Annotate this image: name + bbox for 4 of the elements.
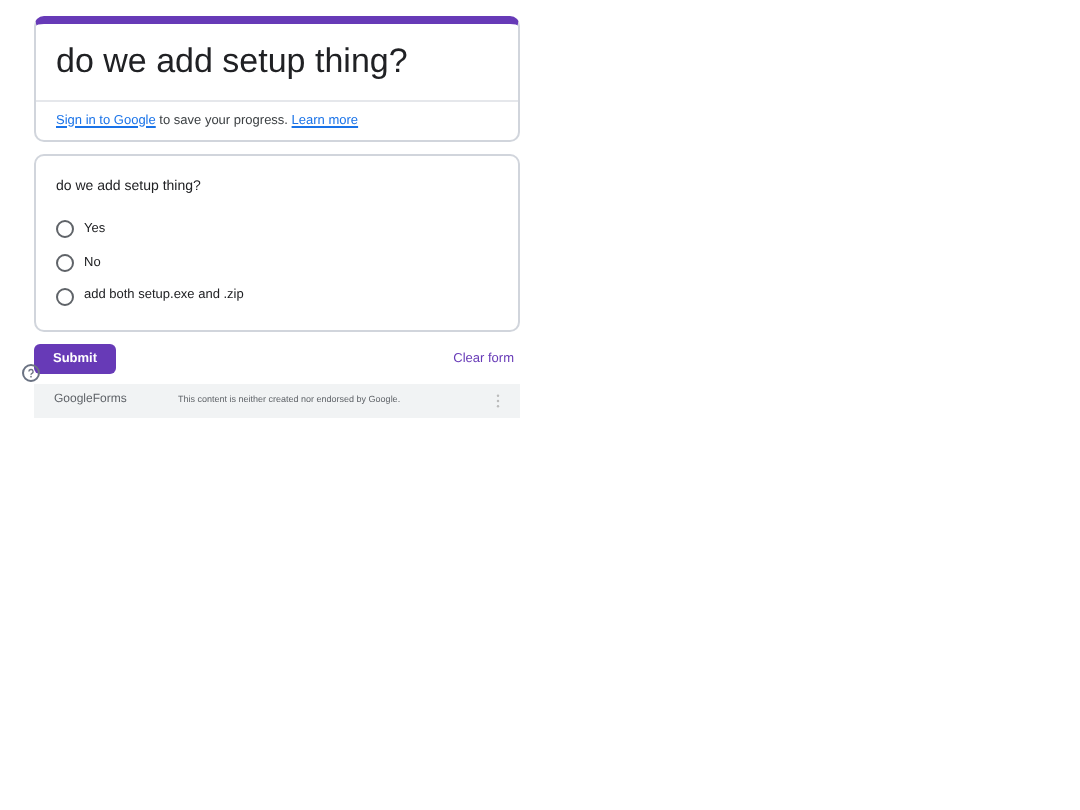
form-title: do we add setup thing? bbox=[36, 24, 518, 101]
radio-button[interactable] bbox=[56, 287, 74, 306]
radio-button[interactable] bbox=[56, 253, 74, 272]
radio-button[interactable] bbox=[56, 220, 74, 239]
